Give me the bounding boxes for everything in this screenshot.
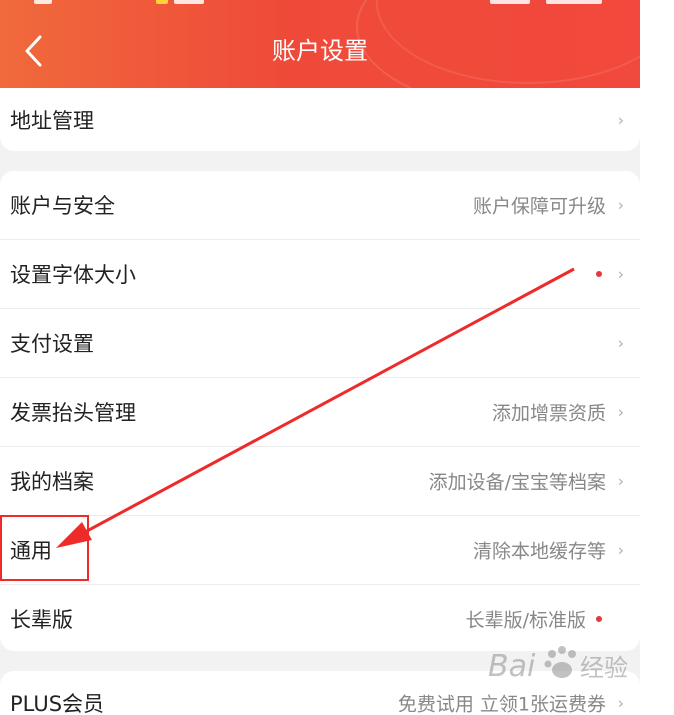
row-value: 长辈版/标准版 xyxy=(465,609,586,632)
red-dot-badge xyxy=(596,616,602,622)
settings-row-profile[interactable]: 我的档案 添加设备/宝宝等档案 › xyxy=(0,447,640,516)
account-settings-screen: 账户设置 地址管理 › 账户与安全 账户保障可升级 › 设置字体大小 › 支付设… xyxy=(0,0,640,715)
chevron-right-icon: › xyxy=(617,540,624,560)
settings-row-font-size[interactable]: 设置字体大小 › xyxy=(0,240,640,309)
settings-row-address[interactable]: 地址管理 › xyxy=(0,88,640,151)
settings-row-payment[interactable]: 支付设置 › xyxy=(0,309,640,378)
chevron-right-icon: › xyxy=(617,195,624,215)
status-bar xyxy=(0,0,640,8)
settings-group-address: 地址管理 › xyxy=(0,88,640,151)
row-label: 发票抬头管理 xyxy=(10,401,136,425)
row-label: 长辈版 xyxy=(10,608,73,632)
header-bar: 账户设置 xyxy=(0,0,640,88)
settings-group-main: 账户与安全 账户保障可升级 › 设置字体大小 › 支付设置 › 发票抬头管理 添… xyxy=(0,171,640,651)
chevron-right-icon: › xyxy=(617,110,624,129)
row-value: 添加增票资质 xyxy=(491,402,606,425)
row-label: 支付设置 xyxy=(10,332,94,356)
row-label: 地址管理 xyxy=(10,108,94,133)
red-dot-badge xyxy=(596,271,602,277)
settings-row-general[interactable]: 通用 清除本地缓存等 › xyxy=(0,516,640,585)
settings-group-plus: PLUS会员 免费试用 立领1张运费券 › xyxy=(0,671,640,715)
row-value: 账户保障可升级 xyxy=(472,195,606,218)
row-label: PLUS会员 xyxy=(10,691,105,715)
row-label: 账户与安全 xyxy=(10,194,115,218)
row-label: 我的档案 xyxy=(10,470,94,494)
settings-row-invoice[interactable]: 发票抬头管理 添加增票资质 › xyxy=(0,378,640,447)
row-value: 免费试用 立领1张运费券 xyxy=(397,693,606,715)
settings-row-plus-member[interactable]: PLUS会员 免费试用 立领1张运费券 › xyxy=(0,671,640,715)
chevron-right-icon: › xyxy=(617,693,624,712)
settings-row-account-security[interactable]: 账户与安全 账户保障可升级 › xyxy=(0,171,640,240)
settings-row-elder-mode[interactable]: 长辈版 长辈版/标准版 xyxy=(0,585,640,653)
chevron-right-icon: › xyxy=(617,402,624,422)
chevron-right-icon: › xyxy=(617,264,624,284)
annotation-highlight-box xyxy=(0,515,89,581)
page-title: 账户设置 xyxy=(272,37,368,65)
row-label: 设置字体大小 xyxy=(10,263,136,287)
chevron-right-icon: › xyxy=(617,333,624,353)
row-value: 添加设备/宝宝等档案 xyxy=(428,471,606,494)
chevron-right-icon: › xyxy=(617,471,624,491)
row-value: 清除本地缓存等 xyxy=(472,540,606,563)
